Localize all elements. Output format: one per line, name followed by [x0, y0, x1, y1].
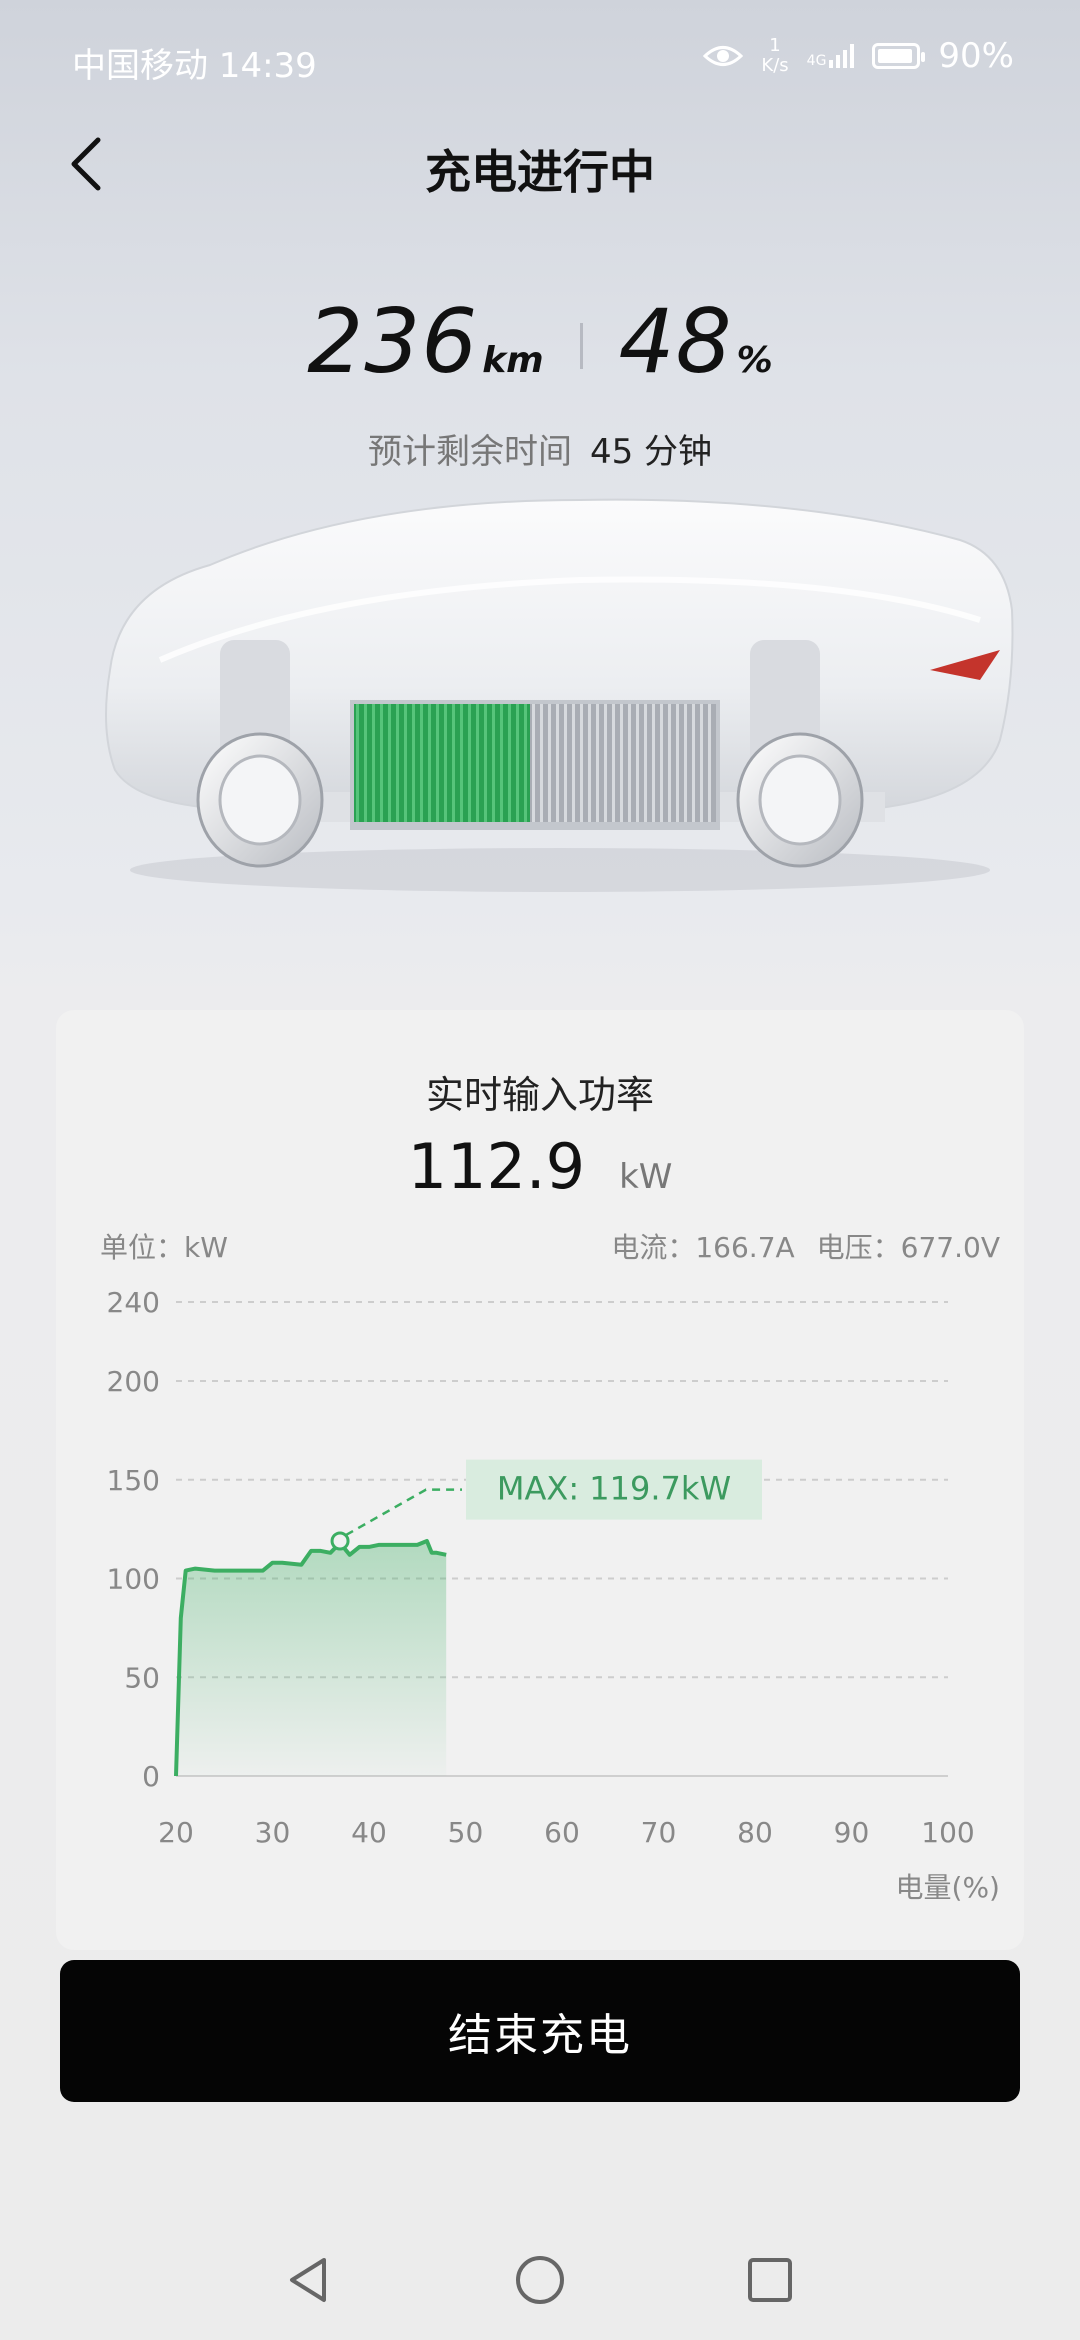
max-annotation: MAX: 119.7kW: [330, 1459, 762, 1551]
end-charging-button[interactable]: 结束充电: [60, 1960, 1020, 2102]
nav-recents-button[interactable]: [740, 2250, 800, 2310]
eta-value: 45 分钟: [589, 432, 713, 472]
soc-value: 48: [618, 290, 733, 393]
net-speed-unit: K/s: [761, 55, 789, 76]
battery-percent: 90%: [938, 36, 1014, 76]
soc-stat: 48%: [619, 290, 773, 393]
y-tick-label: 100: [107, 1563, 160, 1596]
charge-stats: 236 km 48%: [0, 290, 1080, 393]
signal-icon: 4G: [807, 44, 855, 68]
x-tick-label: 50: [448, 1816, 484, 1849]
status-icons: 1 K/s 4G 90%: [703, 36, 1014, 76]
y-tick-label: 50: [124, 1661, 160, 1694]
x-axis-ticks: 20 30 40 50 60 70 80 90 100: [158, 1816, 975, 1849]
network-type: 4G: [806, 53, 827, 69]
power-readout: 112.9 kW: [56, 1130, 1024, 1203]
power-chart: 0 50 100 150 200 240 20 30 40 50 60 70 80 90 100 MAX:…: [107, 1286, 975, 1849]
x-tick-label: 30: [255, 1816, 291, 1849]
range-unit: km: [482, 340, 544, 381]
x-tick-label: 90: [834, 1816, 870, 1849]
car-illustration: [105, 498, 1014, 892]
page-title: 充电进行中: [425, 145, 655, 199]
square-recents-icon: [748, 2258, 792, 2302]
eta: 预计剩余时间 45 分钟: [0, 424, 1080, 473]
system-nav-bar: [0, 2230, 1080, 2330]
battery-pack: [350, 700, 720, 830]
carrier-time: 中国移动 14:39: [72, 46, 317, 86]
power-unit: kW: [619, 1157, 673, 1197]
stat-divider: [579, 323, 583, 369]
x-tick-label: 100: [921, 1816, 974, 1849]
eta-label: 预计剩余时间: [367, 432, 572, 472]
net-speed: 1 K/s: [761, 36, 788, 76]
range-stat: 236 km: [307, 290, 543, 393]
x-tick-label: 80: [737, 1816, 773, 1849]
max-point-marker: [330, 1531, 350, 1551]
x-tick-label: 60: [544, 1816, 580, 1849]
max-leader-line: [345, 1488, 462, 1537]
power-area: [176, 1541, 447, 1776]
y-axis-ticks: 0 50 100 150 200 240: [107, 1286, 160, 1793]
y-tick-label: 200: [107, 1365, 160, 1398]
max-label: MAX: 119.7kW: [497, 1470, 731, 1508]
nav-back-button[interactable]: [278, 2250, 338, 2310]
x-tick-label: 70: [641, 1816, 677, 1849]
eye-icon: [703, 46, 744, 66]
y-tick-label: 0: [142, 1760, 160, 1793]
soc-unit: %: [736, 340, 773, 381]
x-tick-label: 40: [351, 1816, 387, 1849]
status-bar: 中国移动 14:39 1 K/s 4G 90%: [0, 0, 1080, 120]
y-tick-label: 240: [107, 1286, 160, 1319]
battery-icon: [872, 43, 926, 69]
power-card: 实时输入功率 112.9 kW 单位：kW 电流：166.7A 电压：677.0V …: [56, 1010, 1024, 1950]
x-tick-label: 20: [158, 1816, 194, 1849]
circle-home-icon: [516, 2256, 564, 2304]
range-value: 236: [307, 290, 479, 393]
x-axis-label: 电量(%): [895, 1871, 1000, 1904]
power-value: 112.9: [407, 1130, 586, 1203]
nav-home-button[interactable]: [510, 2250, 570, 2310]
y-tick-label: 150: [107, 1464, 160, 1497]
net-speed-value: 1: [769, 35, 781, 56]
triangle-back-icon: [290, 2258, 326, 2302]
card-title: 实时输入功率: [425, 1073, 654, 1117]
